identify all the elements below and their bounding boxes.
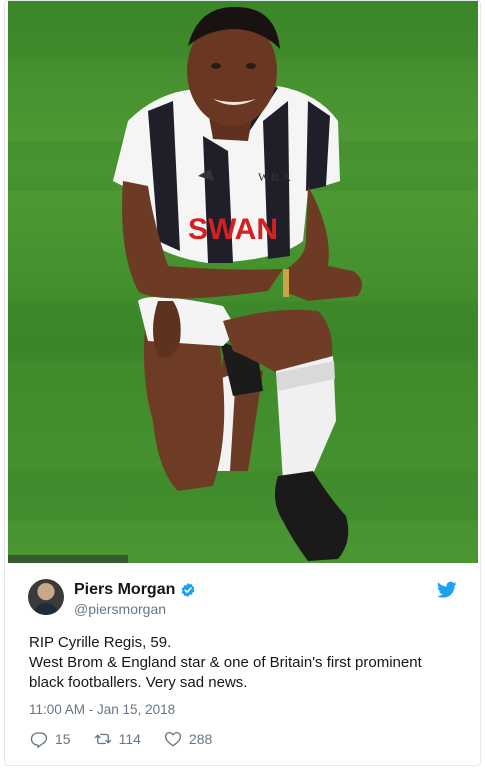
footballer-photo: SWAN W.B.A	[8, 1, 478, 561]
tweet-timestamp[interactable]: 11:00 AM - Jan 15, 2018	[29, 702, 175, 717]
tweet-text: RIP Cyrille Regis, 59. West Brom & Engla…	[29, 633, 469, 693]
shirt-crest-text: W.B.A	[258, 170, 291, 184]
reply-count: 15	[55, 731, 71, 747]
like-button[interactable]: 288	[163, 730, 212, 748]
retweet-count: 114	[118, 731, 141, 747]
retweet-icon	[94, 733, 111, 745]
heart-icon	[164, 731, 181, 747]
tweet-text-line: black footballers. Very sad news.	[29, 674, 248, 691]
author-display-name[interactable]: Piers Morgan	[74, 581, 175, 599]
author-avatar[interactable]	[28, 579, 64, 615]
author-handle[interactable]: @piersmorgan	[74, 601, 166, 617]
tweet-photo[interactable]: SWAN W.B.A	[8, 1, 478, 563]
verified-badge-icon	[181, 583, 195, 597]
tweet-text-line: RIP Cyrille Regis, 59.	[29, 634, 172, 651]
tweet-actions: 15 114 288	[29, 729, 234, 749]
shirt-sponsor-text: SWAN	[188, 213, 278, 246]
tweet-body: Piers Morgan @piersmorgan RIP Cyrille Re…	[5, 563, 480, 765]
tweet-text-line: West Brom & England star & one of Britai…	[29, 654, 422, 671]
retweet-button[interactable]: 114	[93, 730, 141, 748]
photo-credit-bar	[8, 555, 128, 563]
tweet-card[interactable]: SWAN W.B.A Piers Morgan @piersmorgan RIP…	[4, 0, 481, 766]
like-count: 288	[188, 731, 213, 747]
reply-button[interactable]: 15	[29, 730, 71, 748]
twitter-bird-icon[interactable]	[437, 581, 457, 599]
reply-icon	[30, 732, 48, 748]
